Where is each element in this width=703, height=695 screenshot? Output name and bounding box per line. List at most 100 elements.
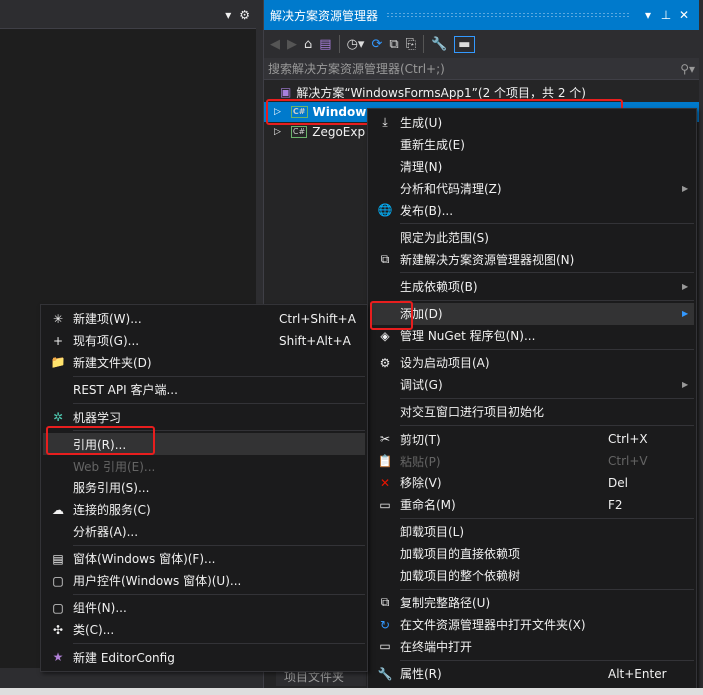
submenu-arrow-icon: ▶ <box>682 281 689 291</box>
menu-item[interactable]: ✣ 类(C)... <box>43 619 365 641</box>
history-icon[interactable]: ◷▾ <box>347 37 365 52</box>
menu-item[interactable]: 分析器(A)... <box>43 521 365 543</box>
menu-item-label: 限定为此范围(S) <box>400 230 489 245</box>
menu-item-label: 卸载项目(L) <box>400 525 465 540</box>
menu-item-icon: ▢ <box>52 573 64 588</box>
menu-item[interactable]: ▤ 窗体(Windows 窗体)(F)... <box>43 548 365 570</box>
menu-item[interactable]: ★ 新建 EditorConfig <box>43 646 365 668</box>
menu-item-icon: ◈ <box>380 328 390 343</box>
menu-item-label: 加载项目的整个依赖树 <box>400 569 521 584</box>
menu-item-shortcut: Del <box>608 475 628 490</box>
menu-item-label: 设为启动项目(A) <box>400 356 490 371</box>
menu-item[interactable]: ⚙ 设为启动项目(A) <box>370 352 694 374</box>
menu-item-label: 新建 EditorConfig <box>73 650 175 665</box>
menu-item-label: 分析和代码清理(Z) <box>400 181 502 196</box>
menu-item[interactable]: 🔧 属性(R) Alt+Enter <box>370 663 694 685</box>
menu-item[interactable]: 服务引用(S)... <box>43 477 365 499</box>
menu-item-icon: ✕ <box>379 475 391 490</box>
menu-item-label: 机器学习 <box>73 410 122 425</box>
menu-item[interactable]: ▭ 重命名(M) F2 <box>370 494 694 516</box>
menu-item-label: 在终端中打开 <box>400 639 473 654</box>
menu-item[interactable]: 对交互窗口进行项目初始化 <box>370 401 694 423</box>
menu-item-icon: ▢ <box>52 600 64 615</box>
menu-item[interactable]: 📁 新建文件夹(D) <box>43 352 365 374</box>
menu-item[interactable]: 分析和代码清理(Z) ▶ <box>370 177 694 199</box>
pin-icon[interactable]: ⊥ <box>657 8 675 22</box>
collapse-all-icon[interactable]: ⧉ <box>389 37 398 52</box>
home-icon[interactable]: ⌂ <box>304 37 312 52</box>
menu-item-icon: ⚙ <box>379 355 391 370</box>
menu-item-label: 生成(U) <box>400 116 443 131</box>
menu-item-label: 复制完整路径(U) <box>400 596 491 611</box>
menu-item[interactable]: 调试(G) ▶ <box>370 374 694 396</box>
search-placeholder: 搜索解决方案资源管理器(Ctrl+;) <box>268 62 445 76</box>
menu-item-label: 加载项目的直接依赖项 <box>400 547 521 562</box>
menu-item-icon: + <box>52 333 64 348</box>
preview-icon[interactable]: ▬ <box>454 35 475 53</box>
menu-item[interactable]: ⤓ 生成(U) <box>370 112 694 134</box>
menu-item[interactable]: ⧉ 新建解决方案资源管理器视图(N) <box>370 248 694 270</box>
menu-item[interactable]: ✳ 新建项(W)... Ctrl+Shift+A <box>43 308 365 330</box>
menu-item[interactable]: ✂ 剪切(T) Ctrl+X <box>370 428 694 450</box>
menu-item[interactable]: 添加(D) ▶ <box>370 302 694 325</box>
menu-item[interactable]: REST API 客户端... <box>43 379 365 401</box>
menu-item-icon: ✣ <box>52 622 64 637</box>
forward-icon[interactable]: ▶ <box>287 37 297 52</box>
highlight-box <box>46 426 155 455</box>
project-context-menu: ⤓ 生成(U) 重新生成(E) 清理(N) 分析和代码清理(Z) ▶ 🌐 发布(B)... 限定… <box>367 108 697 690</box>
menu-item-shortcut: Ctrl+X <box>608 432 648 447</box>
back-icon[interactable]: ◀ <box>270 37 280 52</box>
dropdown-icon[interactable]: ▾ <box>639 8 657 22</box>
menu-item[interactable]: 加载项目的直接依赖项 <box>370 543 694 565</box>
menu-item-shortcut: Ctrl+Shift+A <box>279 311 356 326</box>
properties-icon[interactable]: 🔧 <box>431 37 447 52</box>
menu-item-icon: ⤓ <box>382 115 388 130</box>
menu-item[interactable]: 生成依赖项(B) ▶ <box>370 276 694 298</box>
menu-item[interactable]: ✲ 机器学习 <box>43 406 365 428</box>
project-label: ZegoExp <box>312 125 366 139</box>
menu-item[interactable]: + 现有项(G)... Shift+Alt+A <box>43 330 365 352</box>
menu-item-label: 新建项(W)... <box>73 312 142 327</box>
menu-item[interactable]: 卸载项目(L) <box>370 521 694 543</box>
menu-item-shortcut: Shift+Alt+A <box>279 333 351 348</box>
menu-item-icon: 🌐 <box>377 203 393 218</box>
menu-item-label: 重新生成(E) <box>400 138 465 153</box>
menu-item[interactable]: ▢ 组件(N)... <box>43 597 365 619</box>
menu-item-icon: ↻ <box>379 617 391 632</box>
menu-item-shortcut: Ctrl+V <box>608 454 648 469</box>
menu-item[interactable]: ☁ 连接的服务(C) <box>43 499 365 521</box>
menu-item[interactable]: 📋 粘贴(P) Ctrl+V <box>370 450 694 472</box>
menu-item-icon: ▭ <box>379 497 391 512</box>
menu-item[interactable]: ▭ 在终端中打开 <box>370 636 694 658</box>
show-all-files-icon[interactable]: ⎘ <box>406 37 416 52</box>
menu-item[interactable]: 重新生成(E) <box>370 134 694 156</box>
menu-item[interactable]: ⧉ 复制完整路径(U) <box>370 592 694 614</box>
menu-item-label: 粘贴(P) <box>400 454 441 469</box>
menu-item-label: 现有项(G)... <box>73 334 140 349</box>
menu-item[interactable]: 清理(N) <box>370 156 694 178</box>
close-icon[interactable]: ✕ <box>675 8 693 22</box>
menu-item[interactable]: 加载项目的整个依赖树 <box>370 565 694 587</box>
menu-item[interactable]: 限定为此范围(S) <box>370 226 694 248</box>
menu-item-label: 添加(D) <box>400 307 443 322</box>
search-icon[interactable]: ⚲▾ <box>680 62 695 76</box>
expand-icon[interactable]: ▷ <box>274 127 281 137</box>
menu-item-label: 用户控件(Windows 窗体)(U)... <box>73 574 242 589</box>
dropdown-icon[interactable]: ▾ <box>225 8 231 22</box>
gear-icon[interactable]: ⚙ <box>239 8 250 22</box>
menu-item[interactable]: ▢ 用户控件(Windows 窗体)(U)... <box>43 570 365 592</box>
menu-item-label: 对交互窗口进行项目初始化 <box>400 405 545 420</box>
menu-item-label: 在文件资源管理器中打开文件夹(X) <box>400 618 586 633</box>
menu-item-label: 新建文件夹(D) <box>73 355 152 370</box>
menu-item[interactable]: ↻ 在文件资源管理器中打开文件夹(X) <box>370 614 694 636</box>
menu-item-icon: ✲ <box>52 410 64 425</box>
menu-item[interactable]: 🌐 发布(B)... <box>370 199 694 221</box>
menu-item[interactable]: ◈ 管理 NuGet 程序包(N)... <box>370 325 694 347</box>
switch-view-icon[interactable]: ▤ <box>319 37 331 52</box>
menu-item[interactable]: Web 引用(E)... <box>43 455 365 477</box>
menu-item[interactable]: ✕ 移除(V) Del <box>370 472 694 494</box>
menu-item-label: 组件(N)... <box>73 601 127 616</box>
search-input[interactable]: 搜索解决方案资源管理器(Ctrl+;) ⚲▾ <box>264 58 699 80</box>
sync-icon[interactable]: ⟳ <box>371 37 382 52</box>
status-strip <box>0 688 703 695</box>
